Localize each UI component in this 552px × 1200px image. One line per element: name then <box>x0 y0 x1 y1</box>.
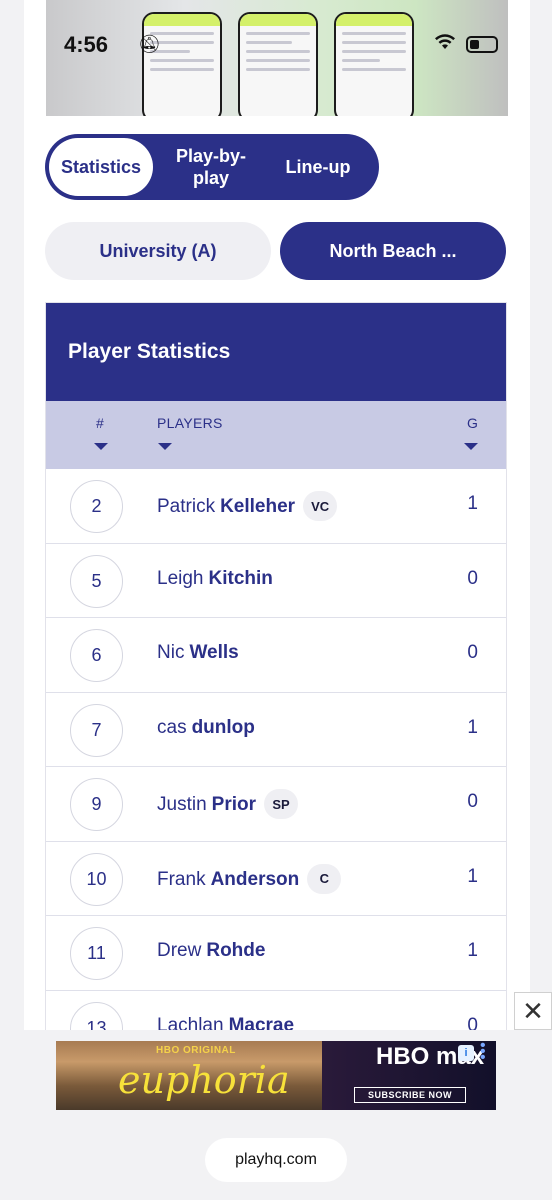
player-number: 10 <box>70 852 123 906</box>
player-goals: 0 <box>467 567 478 589</box>
table-row[interactable]: 6 Nic Wells 0 <box>46 618 506 693</box>
role-badge: VC <box>303 491 338 521</box>
player-last-name: Anderson <box>210 868 300 890</box>
ad-brand-tag: HBO ORIGINAL <box>156 1045 236 1056</box>
tab-play-by-play[interactable]: Play-by-play <box>163 134 259 200</box>
player-number: 9 <box>70 778 123 831</box>
sort-number-icon[interactable] <box>94 443 108 450</box>
player-first-name: Leigh <box>157 567 204 589</box>
sort-goals-icon[interactable] <box>464 443 478 450</box>
card-title: Player Statistics <box>46 303 506 401</box>
close-ad-icon[interactable]: ✕ <box>514 992 552 1030</box>
silent-bell-icon: 🔕︎ <box>138 34 161 54</box>
role-badge: C <box>307 863 342 894</box>
player-goals: 1 <box>467 493 478 514</box>
app-promo-image: 4:56 🔕︎ <box>46 0 508 116</box>
table-row[interactable]: 13 Lachlan Macrae 0 <box>46 990 506 1031</box>
table-row[interactable]: 5 Leigh Kitchin 0 <box>46 543 506 618</box>
player-name[interactable]: Leigh Kitchin <box>157 568 273 590</box>
table-row[interactable]: 10 Frank Anderson C 1 <box>46 841 506 916</box>
table-row[interactable]: 9 Justin Prior SP 0 <box>46 767 506 842</box>
player-goals: 0 <box>467 642 478 663</box>
player-first-name: Drew <box>157 940 202 961</box>
player-last-name: Rohde <box>206 940 266 961</box>
player-first-name: cas <box>157 716 187 738</box>
tab-line-up[interactable]: Line-up <box>273 134 363 200</box>
player-goals: 0 <box>467 791 478 812</box>
ad-show-art: HBO ORIGINAL euphoria <box>56 1041 322 1110</box>
player-name[interactable]: Frank Anderson C <box>157 863 342 894</box>
ad-logo-panel: HBO max SUBSCRIBE NOW i • • • <box>322 1041 496 1110</box>
ad-more-icon[interactable]: • • • <box>480 1041 486 1066</box>
table-row[interactable]: 2 Patrick Kelleher VC 1 <box>46 469 506 544</box>
player-number: 2 <box>70 480 123 533</box>
sort-players-icon[interactable] <box>158 443 172 450</box>
player-statistics-card: Player Statistics # PLAYERS G 2 Patrick K… <box>45 302 507 1032</box>
player-number: 11 <box>70 927 123 980</box>
player-name[interactable]: cas dunlop <box>157 717 255 739</box>
team-toggle-north-beach[interactable]: North Beach ... <box>280 222 506 280</box>
player-goals: 1 <box>467 865 478 887</box>
player-first-name: Justin <box>157 794 207 815</box>
wifi-icon <box>434 34 456 55</box>
player-first-name: Nic <box>157 642 185 663</box>
column-players[interactable]: PLAYERS <box>157 415 223 431</box>
page-content: 4:56 🔕︎ Statistics Play-by-play Line-up … <box>24 0 530 1200</box>
player-name[interactable]: Justin Prior SP <box>157 789 298 819</box>
player-last-name: Kelleher <box>220 496 296 517</box>
player-number: 6 <box>70 629 123 682</box>
player-number: 7 <box>70 703 123 757</box>
role-badge: SP <box>264 789 298 819</box>
ad-subscribe-button[interactable]: SUBSCRIBE NOW <box>354 1087 466 1103</box>
ad-show-title: euphoria <box>118 1058 290 1102</box>
battery-icon <box>466 36 498 53</box>
player-number: 13 <box>70 1001 123 1031</box>
ad-info-icon[interactable]: i <box>458 1045 474 1061</box>
ad-banner-area: HBO ORIGINAL euphoria HBO max SUBSCRIBE … <box>0 1030 552 1200</box>
table-row[interactable]: 11 Drew Rohde 1 <box>46 916 506 991</box>
player-last-name: dunlop <box>191 716 255 738</box>
player-first-name: Frank <box>157 868 206 890</box>
column-number[interactable]: # <box>96 415 104 431</box>
player-first-name: Patrick <box>157 496 216 517</box>
column-goals[interactable]: G <box>467 415 478 431</box>
player-name[interactable]: Drew Rohde <box>157 940 265 962</box>
player-number: 5 <box>70 554 123 608</box>
player-last-name: Wells <box>189 642 239 663</box>
player-last-name: Prior <box>211 794 256 815</box>
view-tabs: Statistics Play-by-play Line-up <box>45 134 379 200</box>
browser-url-bar[interactable]: playhq.com <box>205 1138 347 1182</box>
player-goals: 1 <box>467 716 478 738</box>
player-last-name: Kitchin <box>208 567 273 589</box>
team-toggle-university[interactable]: University (A) <box>45 222 271 280</box>
player-goals: 1 <box>467 940 478 961</box>
player-name[interactable]: Patrick Kelleher VC <box>157 491 338 521</box>
player-name[interactable]: Nic Wells <box>157 642 239 664</box>
table-row[interactable]: 7 cas dunlop 1 <box>46 692 506 767</box>
status-time: 4:56 <box>64 32 109 57</box>
ad-banner[interactable]: HBO ORIGINAL euphoria HBO max SUBSCRIBE … <box>56 1041 496 1110</box>
tab-statistics[interactable]: Statistics <box>49 138 153 196</box>
status-bar: 4:56 🔕︎ <box>46 0 508 90</box>
column-header-row: # PLAYERS G <box>46 401 506 469</box>
